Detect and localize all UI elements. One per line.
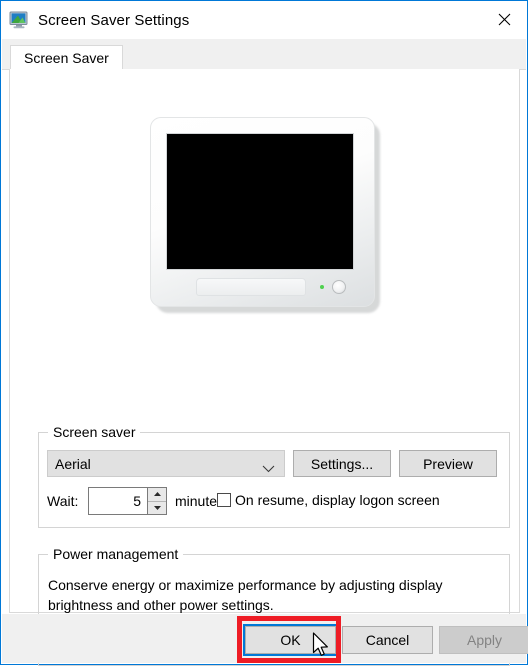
screen-saver-settings-window: Screen Saver Settings Screen Saver Scree… xyxy=(0,0,528,666)
ok-button[interactable]: OK xyxy=(245,626,336,654)
stepper-down-icon[interactable] xyxy=(148,501,166,514)
window-title: Screen Saver Settings xyxy=(38,11,190,29)
close-icon[interactable] xyxy=(481,1,527,38)
power-led-icon xyxy=(320,285,324,289)
monitor-screen xyxy=(167,134,353,269)
ok-button-label: OK xyxy=(280,632,301,648)
monitor-base xyxy=(196,278,306,296)
screen-saver-group-title: Screen saver xyxy=(48,424,141,440)
screen-saver-select-value: Aerial xyxy=(55,455,91,472)
tab-label: Screen Saver xyxy=(24,50,109,66)
monitor-icon xyxy=(9,11,29,29)
logon-screen-checkbox-label[interactable]: On resume, display logon screen xyxy=(235,492,440,508)
power-management-group-title: Power management xyxy=(48,546,184,562)
settings-button[interactable]: Settings... xyxy=(293,450,391,477)
power-management-description: Conserve energy or maximize performance … xyxy=(48,577,443,613)
title-bar: Screen Saver Settings xyxy=(1,1,527,39)
tab-panel-screen-saver: Screen saver Aerial Settings... Preview … xyxy=(9,69,520,666)
logon-screen-checkbox[interactable] xyxy=(217,493,231,507)
tab-screen-saver[interactable]: Screen Saver xyxy=(10,45,123,70)
power-button-icon xyxy=(332,280,346,294)
screen-saver-select[interactable]: Aerial xyxy=(47,450,285,477)
stepper-up-icon[interactable] xyxy=(148,488,166,502)
wait-input-value: 5 xyxy=(133,493,141,509)
wait-input[interactable]: 5 xyxy=(88,487,148,515)
settings-button-label: Settings... xyxy=(310,455,374,472)
cancel-button-label: Cancel xyxy=(365,632,410,648)
wait-label: Wait: xyxy=(47,493,79,509)
tab-strip: Screen Saver xyxy=(2,39,526,70)
wait-stepper[interactable] xyxy=(148,487,167,515)
screen-saver-group: Screen saver Aerial Settings... Preview … xyxy=(38,424,510,528)
chevron-down-icon xyxy=(262,460,275,476)
cancel-button[interactable]: Cancel xyxy=(342,626,433,654)
monitor-preview xyxy=(150,117,382,317)
preview-button[interactable]: Preview xyxy=(399,450,497,477)
preview-button-label: Preview xyxy=(423,455,473,472)
apply-button: Apply xyxy=(439,626,528,654)
apply-button-label: Apply xyxy=(466,632,503,648)
dialog-footer: OK Cancel Apply xyxy=(2,614,528,663)
